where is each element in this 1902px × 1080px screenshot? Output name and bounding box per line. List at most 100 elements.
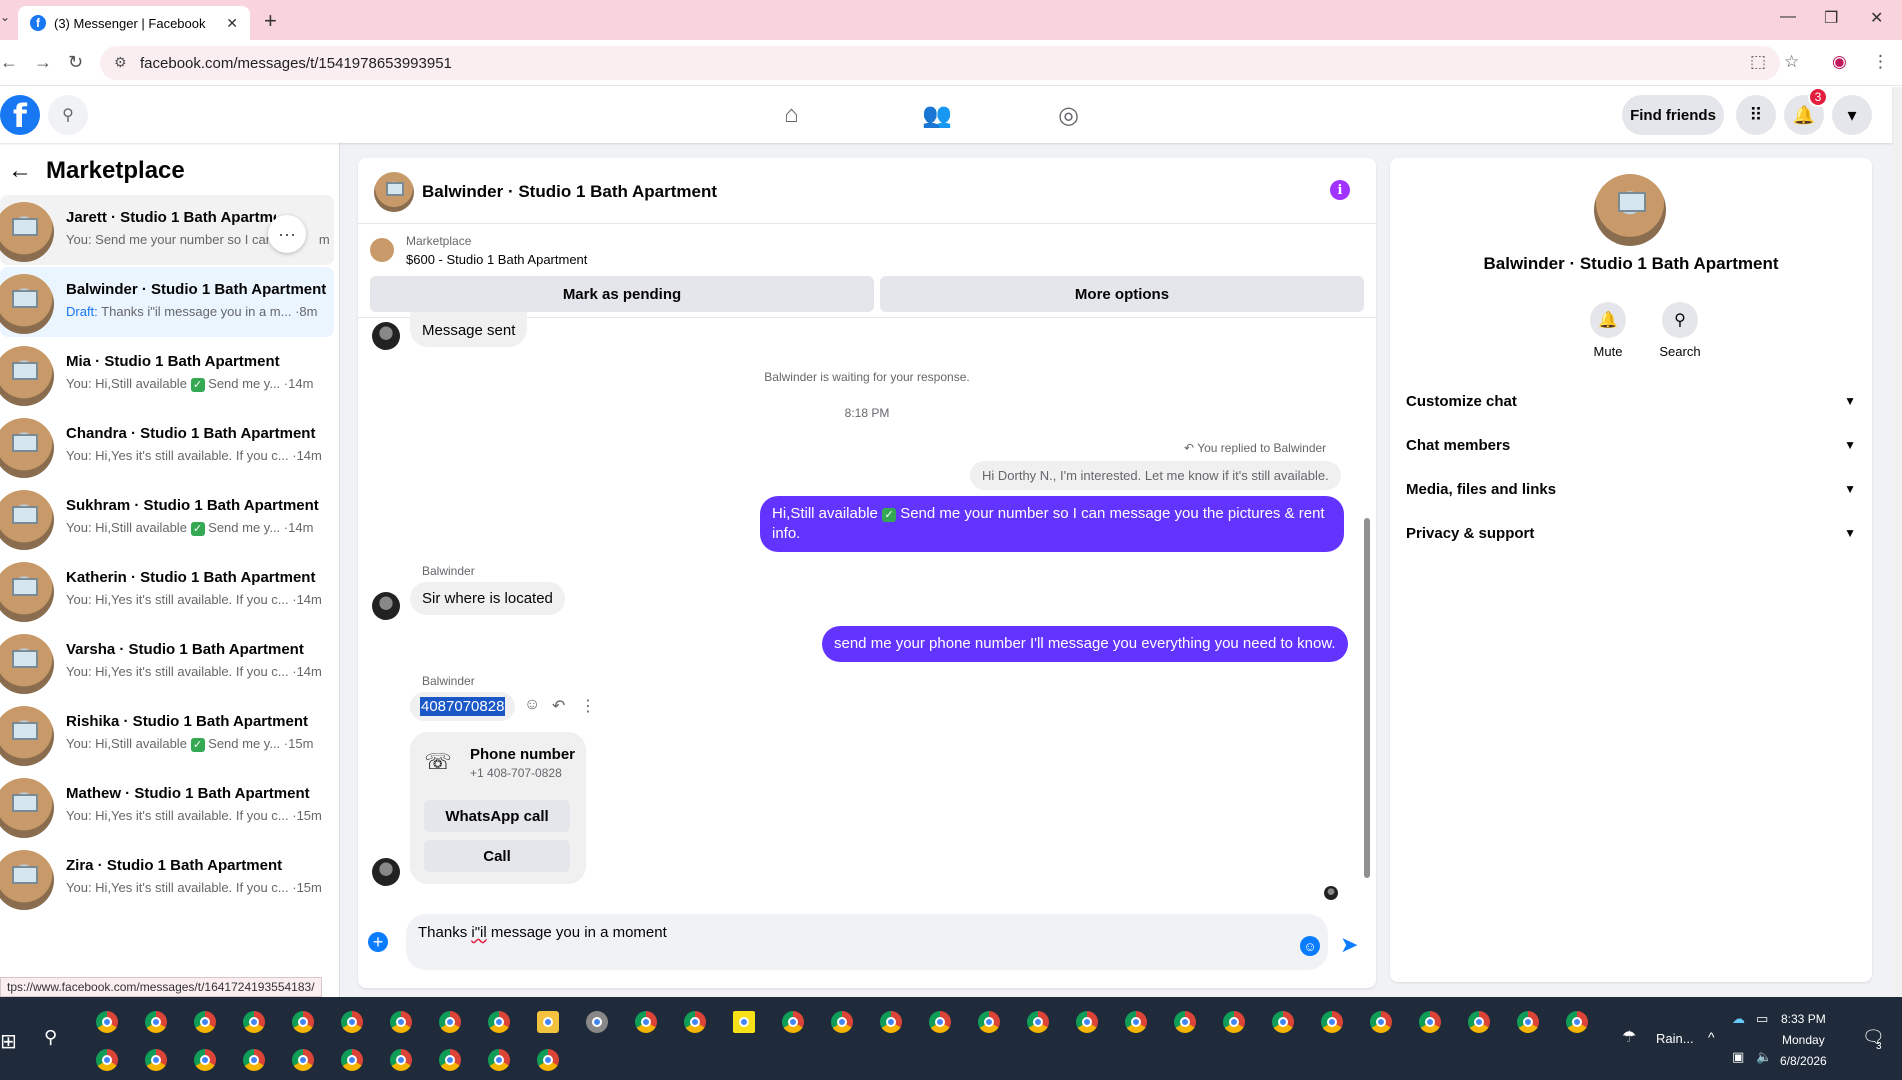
new-tab-icon[interactable]: + (264, 8, 277, 34)
url-input[interactable]: ⚙ facebook.com/messages/t/15419786539939… (100, 46, 1780, 80)
chrome-taskbar-icon[interactable] (243, 1011, 265, 1033)
chrome-taskbar-icon[interactable] (341, 1049, 363, 1071)
quoted-message[interactable]: Hi Dorthy N., I'm interested. Let me kno… (970, 461, 1341, 490)
chrome-taskbar-icon[interactable] (439, 1049, 461, 1071)
home-icon[interactable]: ⌂ (784, 101, 799, 129)
info-icon[interactable]: i (1330, 180, 1350, 200)
volume-icon[interactable]: 🔈 (1756, 1049, 1772, 1065)
chat-title[interactable]: Balwinder · Studio 1 Bath Apartment (422, 182, 717, 202)
menu-grid-icon[interactable]: ⠿ (1736, 95, 1776, 135)
chrome-taskbar-icon[interactable] (1370, 1011, 1392, 1033)
minimize-icon[interactable]: — (1780, 8, 1796, 26)
chrome-taskbar-icon[interactable] (390, 1011, 412, 1033)
find-friends-button[interactable]: Find friends (1622, 95, 1724, 135)
mute-button[interactable]: 🔔 Mute (1572, 302, 1644, 359)
listing-title[interactable]: $600 - Studio 1 Bath Apartment (406, 252, 587, 267)
privacy-support-row[interactable]: Privacy & support ▼ (1406, 518, 1856, 548)
chrome-taskbar-icon[interactable] (145, 1049, 167, 1071)
message-bubble-incoming[interactable]: 4087070828 (410, 692, 516, 721)
conversation-item[interactable]: Rishika · Studio 1 Bath Apartment You: H… (0, 699, 334, 769)
chrome-taskbar-icon[interactable] (1223, 1011, 1245, 1033)
chrome-taskbar-icon[interactable] (978, 1011, 1000, 1033)
restore-icon[interactable]: ❐ (1824, 8, 1838, 28)
conversation-item[interactable]: Sukhram · Studio 1 Bath Apartment You: H… (0, 483, 334, 553)
network-icon[interactable]: ▣ (1732, 1049, 1744, 1065)
search-button[interactable]: ⚲ Search (1644, 302, 1716, 359)
chrome-taskbar-icon[interactable] (243, 1049, 265, 1071)
chrome-taskbar-icon[interactable] (145, 1011, 167, 1033)
call-button[interactable]: Call (424, 840, 570, 872)
sticky-notes-icon[interactable] (733, 1011, 755, 1033)
conversation-item[interactable]: Zira · Studio 1 Bath Apartment You: Hi,Y… (0, 843, 334, 913)
chrome-taskbar-icon[interactable] (390, 1049, 412, 1071)
chrome-taskbar-icon[interactable] (1321, 1011, 1343, 1033)
profile-icon[interactable]: ◉ (1832, 52, 1847, 72)
chrome-taskbar-icon[interactable] (1076, 1011, 1098, 1033)
more-options-button[interactable]: More options (880, 276, 1364, 312)
message-bubble-incoming[interactable]: Sir where is located (410, 582, 565, 615)
avatar[interactable] (1594, 174, 1666, 246)
account-dropdown-icon[interactable]: ▾ (1832, 95, 1872, 135)
chrome-taskbar-icon[interactable] (194, 1011, 216, 1033)
chrome-taskbar-icon[interactable] (488, 1011, 510, 1033)
react-icon[interactable]: ☺ (524, 696, 540, 714)
scrollbar-thumb[interactable] (1364, 518, 1370, 878)
message-input[interactable]: Thanks i"il message you in a moment (406, 914, 1328, 970)
chrome-taskbar-icon[interactable] (537, 1049, 559, 1071)
emoji-icon[interactable]: ☺ (1300, 936, 1320, 956)
message-scrollbar[interactable] (1360, 318, 1372, 898)
media-files-row[interactable]: Media, files and links ▼ (1406, 474, 1856, 504)
chrome-taskbar-icon[interactable] (1468, 1011, 1490, 1033)
more-icon[interactable]: ⋮ (580, 696, 596, 716)
onedrive-icon[interactable]: ☁ (1732, 1011, 1745, 1027)
install-app-icon[interactable]: ⬚ (1750, 52, 1766, 72)
conversation-item[interactable]: Mathew · Studio 1 Bath Apartment You: Hi… (0, 771, 334, 841)
tab-list-icon[interactable]: ⌄ (0, 10, 10, 24)
search-icon[interactable]: ⚲ (48, 95, 88, 135)
reply-icon[interactable]: ↶ (552, 696, 565, 716)
file-explorer-icon[interactable] (537, 1011, 559, 1033)
chrome-taskbar-icon[interactable] (439, 1011, 461, 1033)
windows-start-icon[interactable]: ⊞ (0, 1029, 17, 1054)
chrome-taskbar-icon[interactable] (1517, 1011, 1539, 1033)
taskbar-search-icon[interactable]: ⚲ (44, 1027, 57, 1048)
chrome-taskbar-icon[interactable] (96, 1049, 118, 1071)
weather-text[interactable]: Rain... (1656, 1031, 1694, 1046)
chrome-taskbar-icon[interactable] (1174, 1011, 1196, 1033)
site-info-icon[interactable]: ⚙ (114, 54, 127, 71)
forward-icon[interactable]: → (34, 52, 52, 73)
back-icon[interactable]: ← (0, 52, 18, 73)
send-icon[interactable]: ➤ (1340, 932, 1358, 958)
chrome-taskbar-icon[interactable] (831, 1011, 853, 1033)
chrome-taskbar-icon[interactable] (635, 1011, 657, 1033)
close-tab-icon[interactable]: ✕ (226, 15, 238, 32)
device-icon[interactable]: ▭ (1756, 1011, 1768, 1027)
conversation-item[interactable]: Jarett · Studio 1 Bath Apartment You: Se… (0, 195, 334, 265)
conversation-item[interactable]: Katherin · Studio 1 Bath Apartment You: … (0, 555, 334, 625)
app-icon[interactable] (586, 1011, 608, 1033)
more-options-icon[interactable]: ··· (268, 215, 306, 253)
conversation-item[interactable]: Varsha · Studio 1 Bath Apartment You: Hi… (0, 627, 334, 697)
chrome-taskbar-icon[interactable] (292, 1049, 314, 1071)
message-bubble-outgoing[interactable]: send me your phone number I'll message y… (822, 626, 1348, 662)
facebook-logo-icon[interactable]: f (0, 95, 40, 135)
chrome-taskbar-icon[interactable] (684, 1011, 706, 1033)
chrome-taskbar-icon[interactable] (1272, 1011, 1294, 1033)
whatsapp-call-button[interactable]: WhatsApp call (424, 800, 570, 832)
bookmark-star-icon[interactable]: ☆ (1784, 52, 1799, 72)
browser-tab[interactable]: f (3) Messenger | Facebook ✕ (18, 6, 250, 40)
chrome-taskbar-icon[interactable] (929, 1011, 951, 1033)
chrome-taskbar-icon[interactable] (194, 1049, 216, 1071)
friends-icon[interactable]: 👥 (922, 101, 952, 130)
chrome-taskbar-icon[interactable] (488, 1049, 510, 1071)
avatar[interactable] (374, 172, 414, 212)
mark-as-pending-button[interactable]: Mark as pending (370, 276, 874, 312)
chrome-taskbar-icon[interactable] (1419, 1011, 1441, 1033)
chrome-taskbar-icon[interactable] (1125, 1011, 1147, 1033)
chat-members-row[interactable]: Chat members ▼ (1406, 430, 1856, 460)
close-window-icon[interactable]: ✕ (1870, 8, 1883, 28)
customize-chat-row[interactable]: Customize chat ▼ (1406, 386, 1856, 416)
weather-icon[interactable]: ☂ (1622, 1027, 1636, 1047)
groups-icon[interactable]: ◎ (1058, 101, 1079, 130)
chrome-taskbar-icon[interactable] (782, 1011, 804, 1033)
